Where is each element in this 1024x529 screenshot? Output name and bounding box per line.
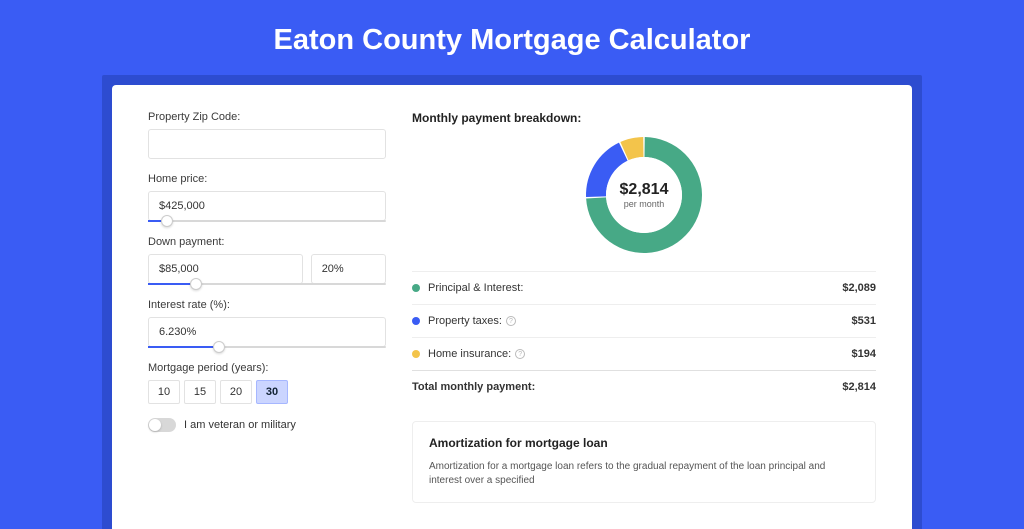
breakdown-column: Monthly payment breakdown: $2,814 per mo… xyxy=(412,111,876,503)
veteran-label: I am veteran or military xyxy=(184,419,296,431)
down-payment-group: Down payment: xyxy=(148,236,386,285)
period-label: Mortgage period (years): xyxy=(148,362,386,374)
interest-label: Interest rate (%): xyxy=(148,299,386,311)
interest-slider[interactable] xyxy=(148,346,386,348)
legend-dot-icon xyxy=(412,284,420,292)
period-button-15[interactable]: 15 xyxy=(184,380,216,404)
zip-group: Property Zip Code: xyxy=(148,111,386,159)
period-button-30[interactable]: 30 xyxy=(256,380,288,404)
zip-input[interactable] xyxy=(148,129,386,159)
home-price-slider-thumb[interactable] xyxy=(161,215,173,227)
calculator-frame: Property Zip Code: Home price: Down paym… xyxy=(102,75,922,529)
donut-amount: $2,814 xyxy=(620,181,669,199)
zip-label: Property Zip Code: xyxy=(148,111,386,123)
down-payment-slider[interactable] xyxy=(148,283,386,285)
form-column: Property Zip Code: Home price: Down paym… xyxy=(148,111,386,503)
legend-row: Property taxes:?$531 xyxy=(412,304,876,337)
down-payment-pct-input[interactable] xyxy=(311,254,386,284)
home-price-group: Home price: xyxy=(148,173,386,222)
legend-value: $194 xyxy=(852,348,876,360)
period-button-10[interactable]: 10 xyxy=(148,380,180,404)
page-title: Eaton County Mortgage Calculator xyxy=(0,0,1024,75)
down-payment-label: Down payment: xyxy=(148,236,386,248)
legend-label: Home insurance:? xyxy=(428,348,852,360)
donut-sub: per month xyxy=(624,199,665,209)
home-price-label: Home price: xyxy=(148,173,386,185)
legend-row: Principal & Interest:$2,089 xyxy=(412,271,876,304)
amortization-title: Amortization for mortgage loan xyxy=(429,436,859,450)
calculator-card: Property Zip Code: Home price: Down paym… xyxy=(112,85,912,529)
interest-group: Interest rate (%): xyxy=(148,299,386,348)
donut-center: $2,814 per month xyxy=(606,157,682,233)
amortization-text: Amortization for a mortgage loan refers … xyxy=(429,460,859,488)
veteran-toggle[interactable] xyxy=(148,418,176,432)
donut-wrap: $2,814 per month xyxy=(412,135,876,255)
donut-chart: $2,814 per month xyxy=(584,135,704,255)
period-button-20[interactable]: 20 xyxy=(220,380,252,404)
total-row: Total monthly payment: $2,814 xyxy=(412,370,876,403)
total-value: $2,814 xyxy=(842,381,876,393)
breakdown-title: Monthly payment breakdown: xyxy=(412,111,876,125)
period-group: Mortgage period (years): 10152030 xyxy=(148,362,386,404)
legend-row: Home insurance:?$194 xyxy=(412,337,876,370)
legend-value: $531 xyxy=(852,315,876,327)
legend-value: $2,089 xyxy=(842,282,876,294)
home-price-slider[interactable] xyxy=(148,220,386,222)
help-icon[interactable]: ? xyxy=(506,316,516,326)
interest-slider-thumb[interactable] xyxy=(213,341,225,353)
total-label: Total monthly payment: xyxy=(412,381,842,393)
interest-input[interactable] xyxy=(148,317,386,347)
legend-label: Property taxes:? xyxy=(428,315,852,327)
home-price-input[interactable] xyxy=(148,191,386,221)
legend-label: Principal & Interest: xyxy=(428,282,842,294)
down-payment-input[interactable] xyxy=(148,254,303,284)
legend-dot-icon xyxy=(412,317,420,325)
veteran-toggle-row: I am veteran or military xyxy=(148,418,386,432)
legend-dot-icon xyxy=(412,350,420,358)
amortization-box: Amortization for mortgage loan Amortizat… xyxy=(412,421,876,503)
help-icon[interactable]: ? xyxy=(515,349,525,359)
down-payment-slider-thumb[interactable] xyxy=(190,278,202,290)
